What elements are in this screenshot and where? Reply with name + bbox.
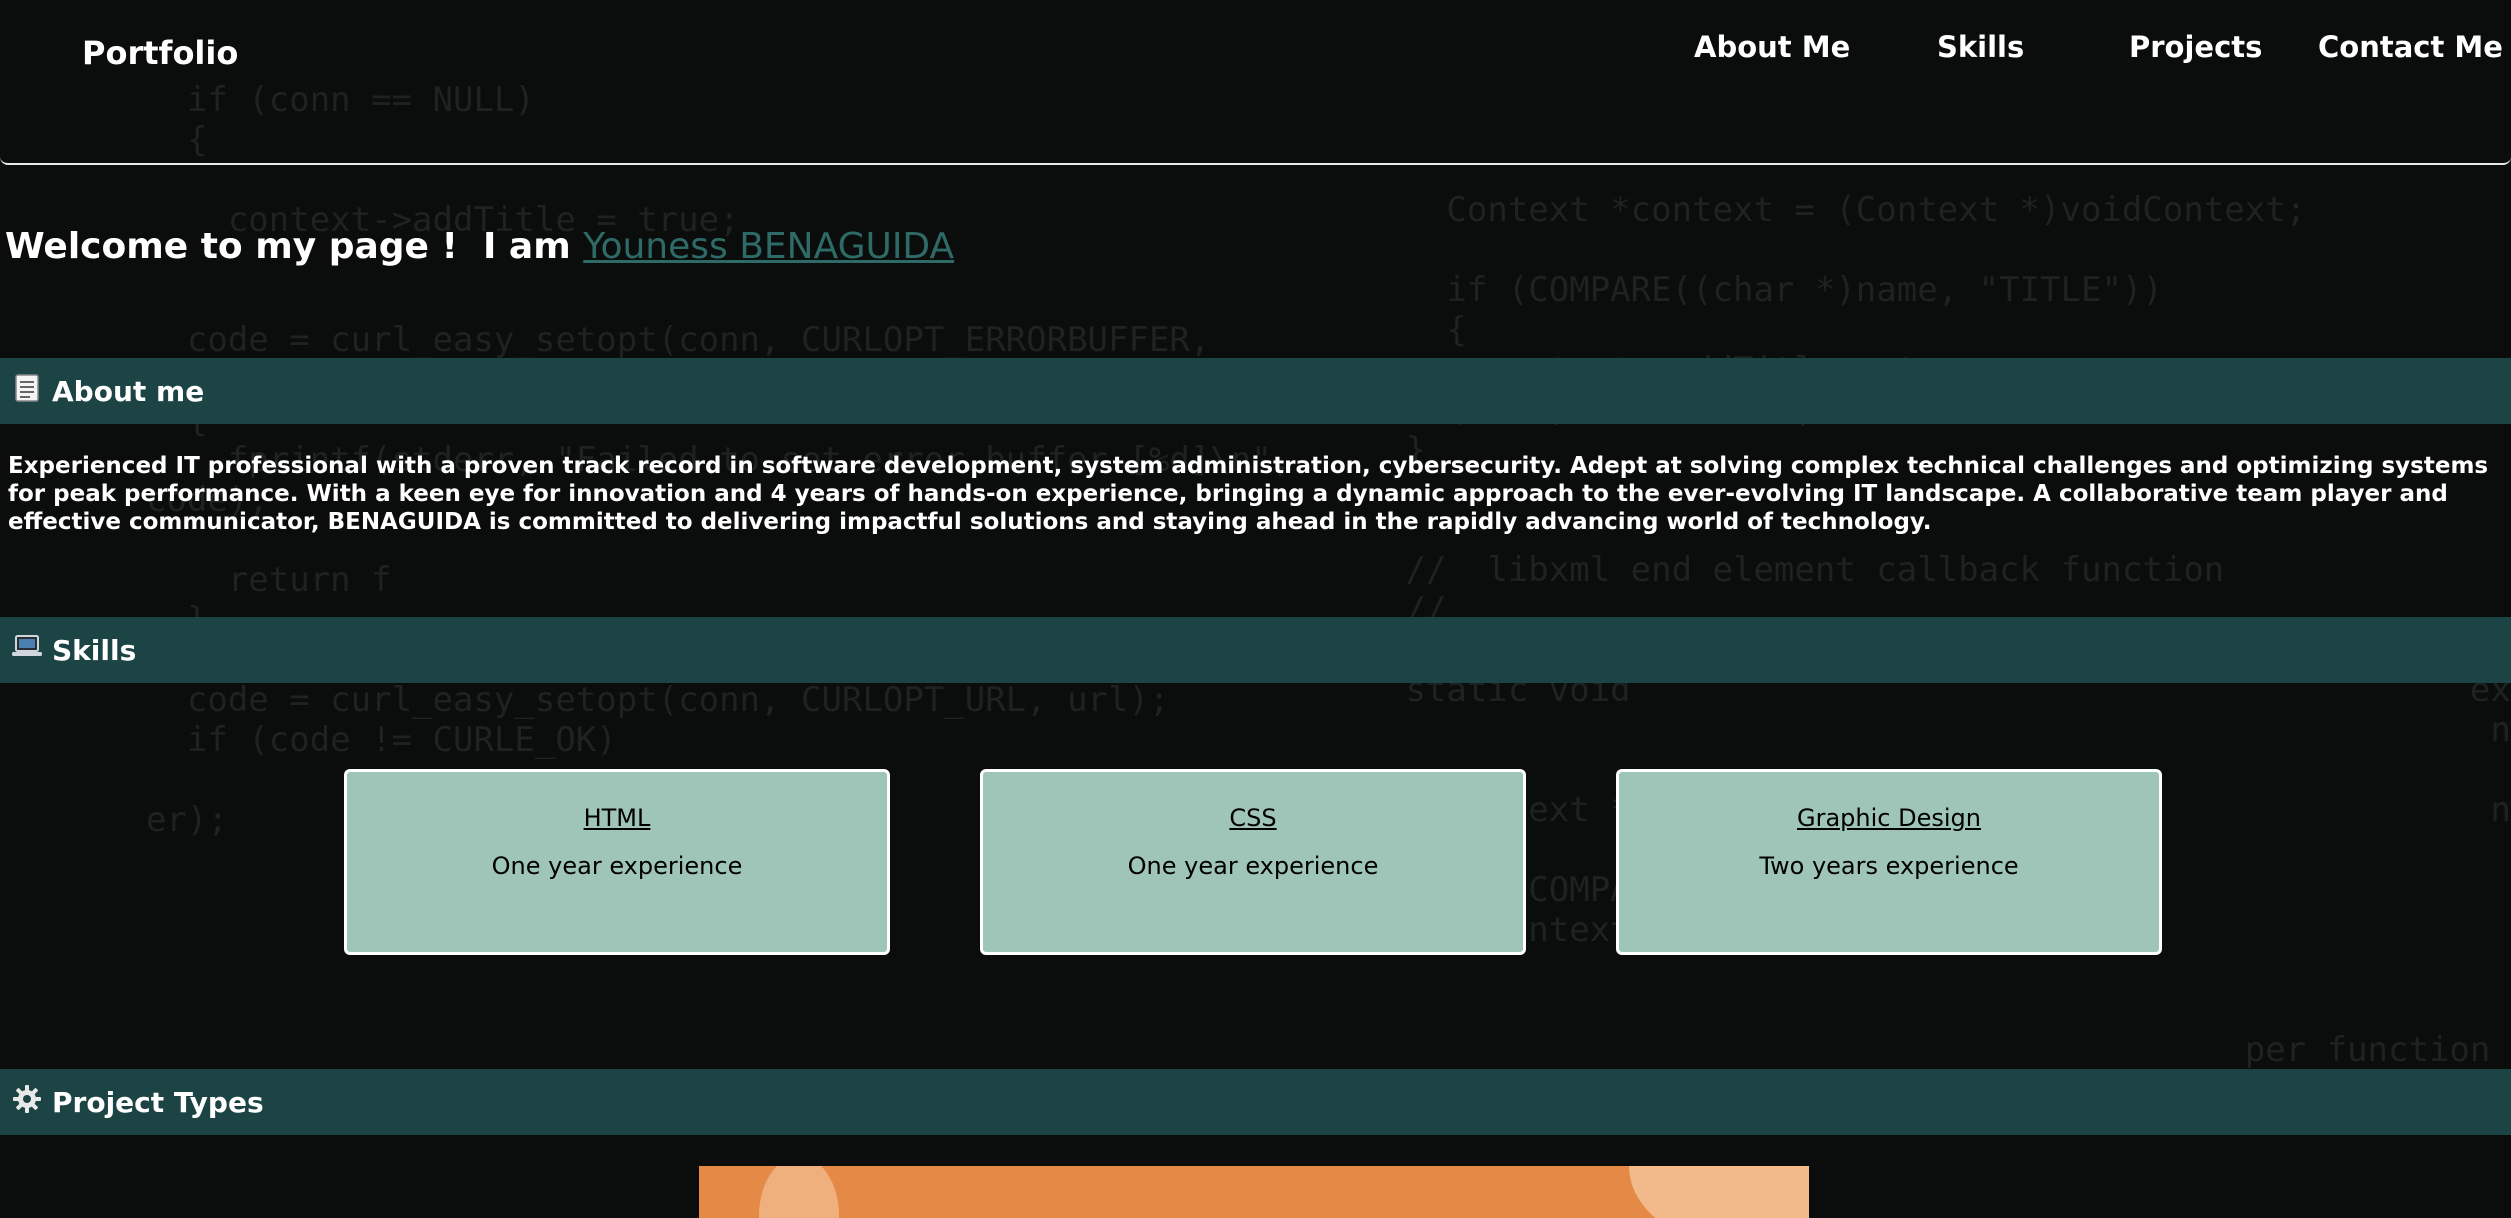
gear-icon xyxy=(10,1084,44,1121)
skill-title: Graphic Design xyxy=(1797,804,1981,832)
section-title-skills: Skills xyxy=(52,633,137,667)
owner-name-link[interactable]: Youness BENAGUIDA xyxy=(583,226,954,267)
project-type-image[interactable] xyxy=(699,1166,1809,1218)
skill-experience: Two years experience xyxy=(1759,852,2019,880)
about-paragraph: Experienced IT professional with a prove… xyxy=(8,453,2489,535)
skill-title: HTML xyxy=(583,804,651,832)
nav-link-projects[interactable]: Projects xyxy=(2129,30,2262,64)
section-title-about: About me xyxy=(52,374,205,408)
nav-link-skills[interactable]: Skills xyxy=(1937,30,2024,64)
brand-logo[interactable]: Portfolio xyxy=(82,34,238,72)
section-header-about: About me xyxy=(0,358,2511,424)
skill-card-graphic-design[interactable]: Graphic Design Two years experience xyxy=(1616,769,2162,955)
section-header-project-types: Project Types xyxy=(0,1069,2511,1135)
skill-title: CSS xyxy=(1229,804,1277,832)
site-header: Portfolio About Me Skills Projects Conta… xyxy=(0,0,2511,165)
laptop-icon xyxy=(10,634,44,667)
section-title-project-types: Project Types xyxy=(52,1085,264,1119)
skill-card-css[interactable]: CSS One year experience xyxy=(980,769,1526,955)
decorative-shape xyxy=(1629,1166,1809,1218)
welcome-heading: Welcome to my page ! I am Youness BENAGU… xyxy=(5,226,954,267)
skill-experience: One year experience xyxy=(1127,852,1379,880)
nav-link-contact-me[interactable]: Contact Me xyxy=(2318,30,2503,64)
decorative-shape xyxy=(759,1166,839,1218)
skill-card-html[interactable]: HTML One year experience xyxy=(344,769,890,955)
section-header-skills: Skills xyxy=(0,617,2511,683)
skill-experience: One year experience xyxy=(491,852,743,880)
document-icon xyxy=(10,373,44,410)
nav-link-about-me[interactable]: About Me xyxy=(1694,30,1850,64)
welcome-prefix: Welcome to my page ! I am xyxy=(5,226,584,267)
